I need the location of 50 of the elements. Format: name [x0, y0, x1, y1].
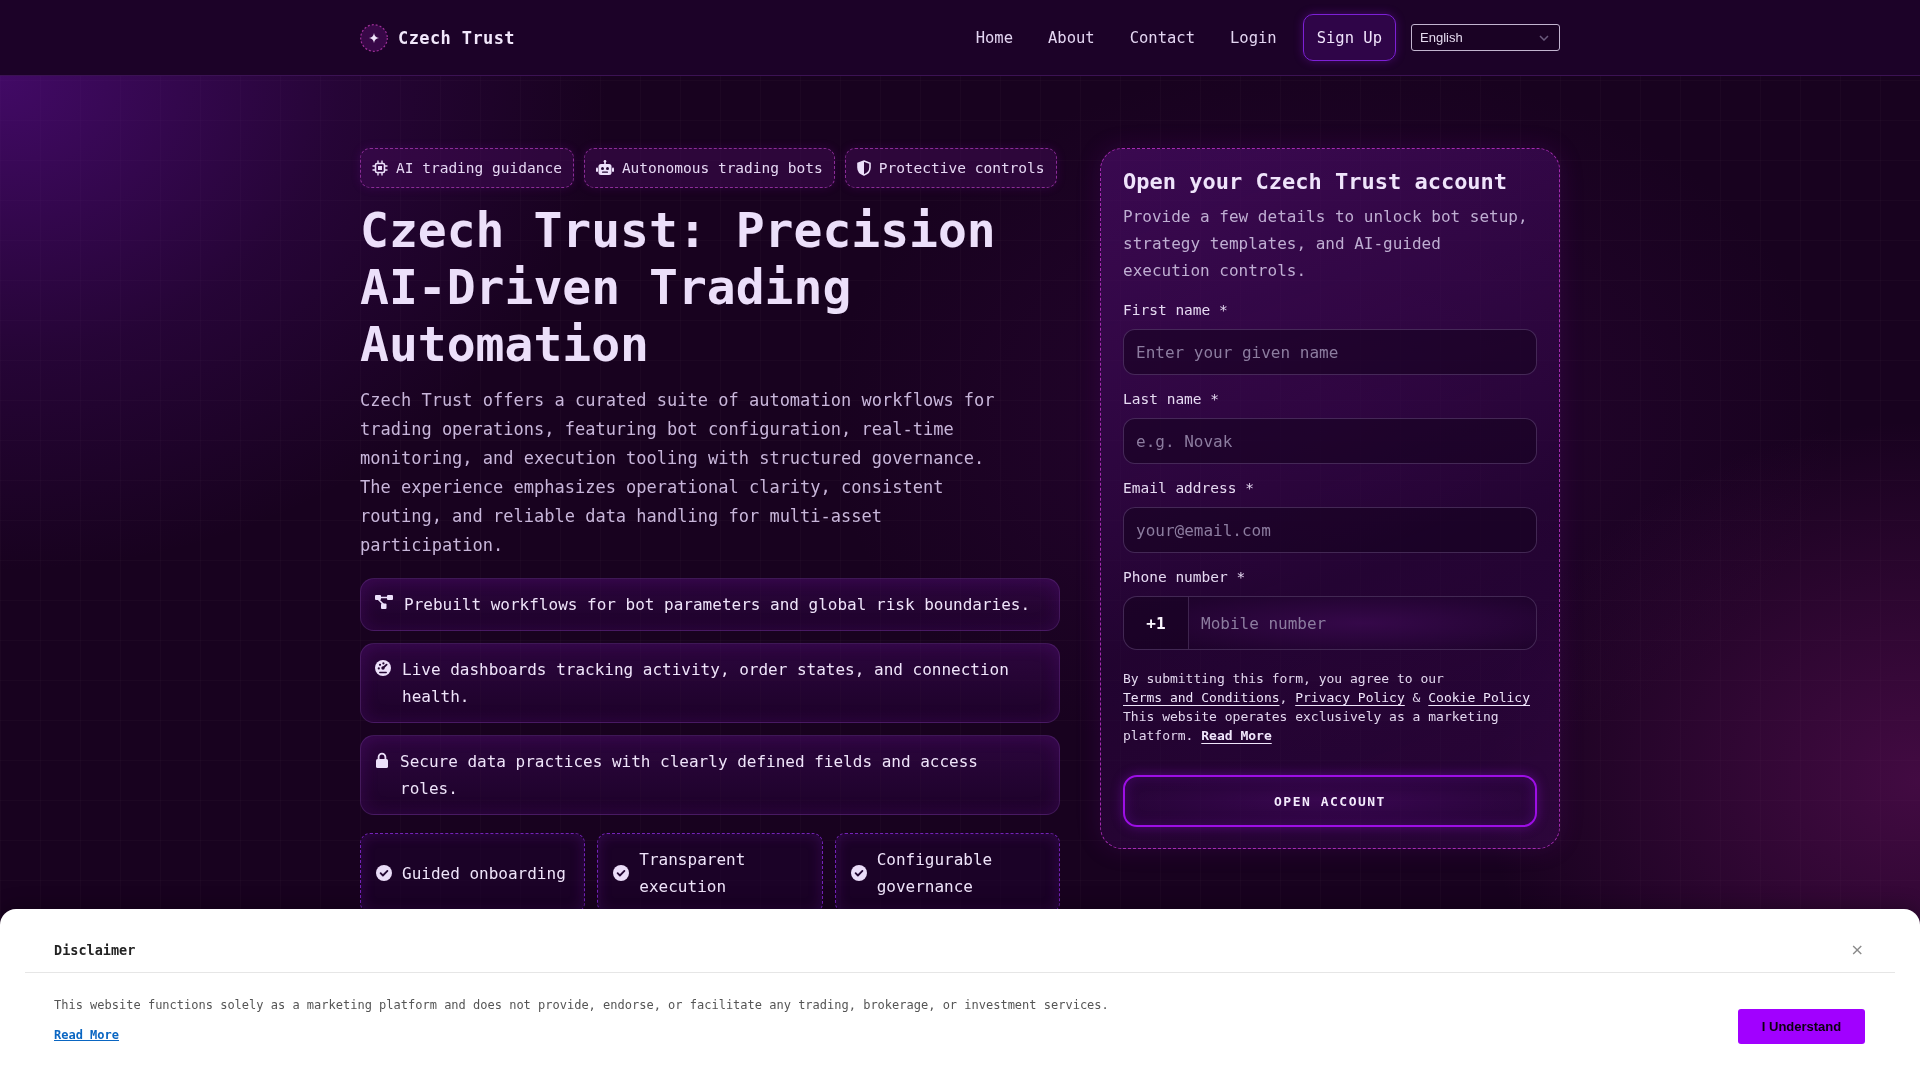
email-input[interactable]: your@email.com [1123, 507, 1537, 553]
read-more-link[interactable]: Read More [1201, 728, 1272, 743]
form-subtitle: Provide a few details to unlock bot setup, strategy templates, and AI-guided execution controls. [1123, 206, 1529, 282]
chip-icon [372, 160, 388, 176]
hero-description: Czech Trust offers a curated suite of automation workflows for trading operations, featuring bot configuration, real-time monitoring, and execution tooling with structured governance. The experience emphasizes operational clarity, consistent routing, and reliable data handling for multi-asset participation. [360, 389, 996, 557]
highlight-text: Guided onboarding [402, 862, 566, 885]
text-input[interactable]: e.g. Novak [1123, 418, 1537, 464]
feature-text: Prebuilt workflows for bot parameters and global risk boundaries. [404, 594, 1031, 616]
read-more-link[interactable]: Read More [54, 1026, 120, 1044]
policy-link[interactable]: Terms and Conditions [1123, 690, 1280, 705]
open-account-button[interactable]: OPEN ACCOUNT [1123, 775, 1537, 827]
tag-text: Autonomous trading bots [621, 159, 823, 177]
highlight-text: Transparent execution [639, 849, 747, 898]
nav-link[interactable]: Contact [1129, 27, 1195, 48]
language-select[interactable]: English [1411, 24, 1560, 51]
highlight-text: Configurable governance [876, 849, 994, 898]
check-icon [850, 865, 867, 881]
marketing-notice: This website operates exclusively as a marketing platform. Read More [1123, 708, 1500, 745]
disclaimer-text: This website functions solely as a marketing platform and does not provide, endorse, or facilitate any trading, brokerage, or investment services. [54, 997, 1109, 1014]
text-input[interactable]: Enter your given name [1123, 329, 1537, 375]
sparkle-icon [360, 23, 388, 52]
robot-icon [595, 160, 614, 176]
lock-icon [375, 752, 389, 768]
gauge-icon [375, 660, 391, 676]
field-label: First name * [1123, 301, 1229, 320]
check-icon [613, 865, 630, 881]
close-button[interactable]: × [1848, 940, 1866, 960]
sign-up-button[interactable]: Sign Up [1302, 14, 1396, 61]
nav-link[interactable]: Login [1230, 27, 1277, 48]
field-label: Email address * [1123, 479, 1255, 498]
shield-icon [856, 160, 871, 176]
form-title: Open your Czech Trust account [1123, 168, 1509, 196]
check-icon [376, 865, 392, 881]
field-label: Phone number * [1123, 568, 1247, 587]
nav-link[interactable]: About [1048, 27, 1095, 48]
brand-link[interactable]: Czech Trust [398, 26, 515, 49]
policy-link[interactable]: Cookie Policy [1428, 690, 1530, 705]
understand-button[interactable]: I Understand [1738, 1009, 1865, 1044]
hero-title: Czech Trust: Precision AI-Driven Trading Automation [360, 202, 997, 373]
feature-text: Live dashboards tracking activity, order states, and connection health. [402, 659, 1010, 708]
consent-text: By submitting this form, you agree to our Terms and Conditions, Privacy Policy & Cookie Policy [1123, 670, 1531, 707]
disclaimer-title: Disclaimer [54, 941, 136, 960]
tag-text: Protective controls [878, 159, 1045, 177]
caret-icon [1539, 34, 1549, 41]
field-label: Last name * [1123, 390, 1221, 409]
policy-link[interactable]: Privacy Policy [1295, 690, 1405, 705]
nav-link[interactable]: Home [975, 27, 1013, 48]
feature-text: Secure data practices with clearly defined fields and access roles. [400, 751, 979, 800]
tag-text: AI trading guidance [396, 159, 562, 177]
nodes-icon [375, 595, 393, 609]
